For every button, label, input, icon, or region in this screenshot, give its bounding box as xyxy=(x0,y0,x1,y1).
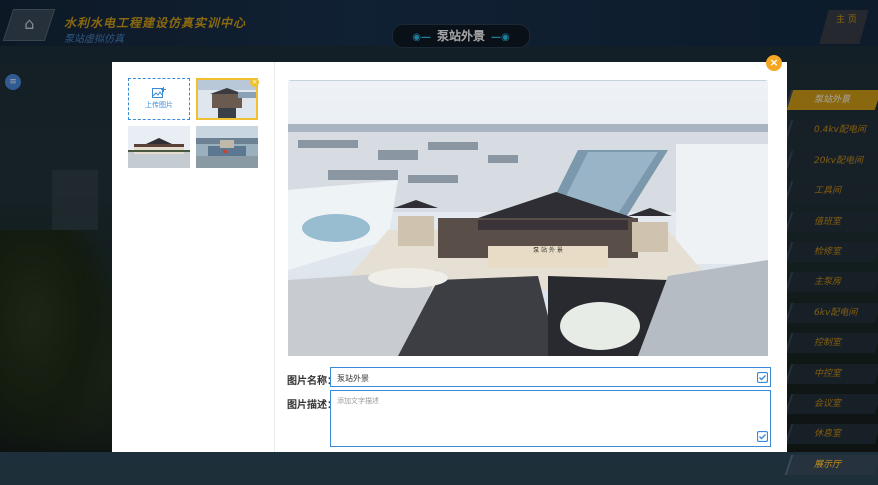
image-name-value: 泵站外景 xyxy=(337,374,369,383)
upload-image-button[interactable]: 上传图片 xyxy=(128,78,190,120)
thumbnail-3[interactable] xyxy=(196,126,258,168)
image-desc-placeholder: 添加文字描述 xyxy=(337,397,379,405)
preview-top-rule xyxy=(290,80,766,81)
image-name-field[interactable]: 泵站外景 xyxy=(330,367,771,387)
upload-label: 上传图片 xyxy=(145,101,173,109)
building-plaque-text: 泵 站 外 景 xyxy=(533,246,563,254)
close-icon[interactable]: × xyxy=(766,55,782,71)
right-nav-item-label: 展示厅 xyxy=(814,459,842,470)
thumbnail-delete-icon[interactable]: × xyxy=(250,78,259,87)
thumbnail-2[interactable] xyxy=(128,126,190,168)
modal-divider xyxy=(274,62,275,452)
image-preview: 泵 站 外 景 xyxy=(288,80,768,356)
image-add-icon xyxy=(152,87,166,98)
thumbnail-1[interactable] xyxy=(196,78,258,120)
image-desc-field[interactable]: 添加文字描述 xyxy=(330,390,771,447)
thumbnail-2-image xyxy=(128,126,190,168)
edit-check-icon[interactable] xyxy=(757,372,768,383)
pump-station-photo: 泵 站 外 景 xyxy=(288,80,768,356)
thumbnail-3-image xyxy=(196,126,258,168)
thumbnail-1-image xyxy=(198,80,256,118)
right-nav-item[interactable]: 展示厅 xyxy=(784,454,878,475)
edit-check-icon[interactable] xyxy=(757,431,768,442)
